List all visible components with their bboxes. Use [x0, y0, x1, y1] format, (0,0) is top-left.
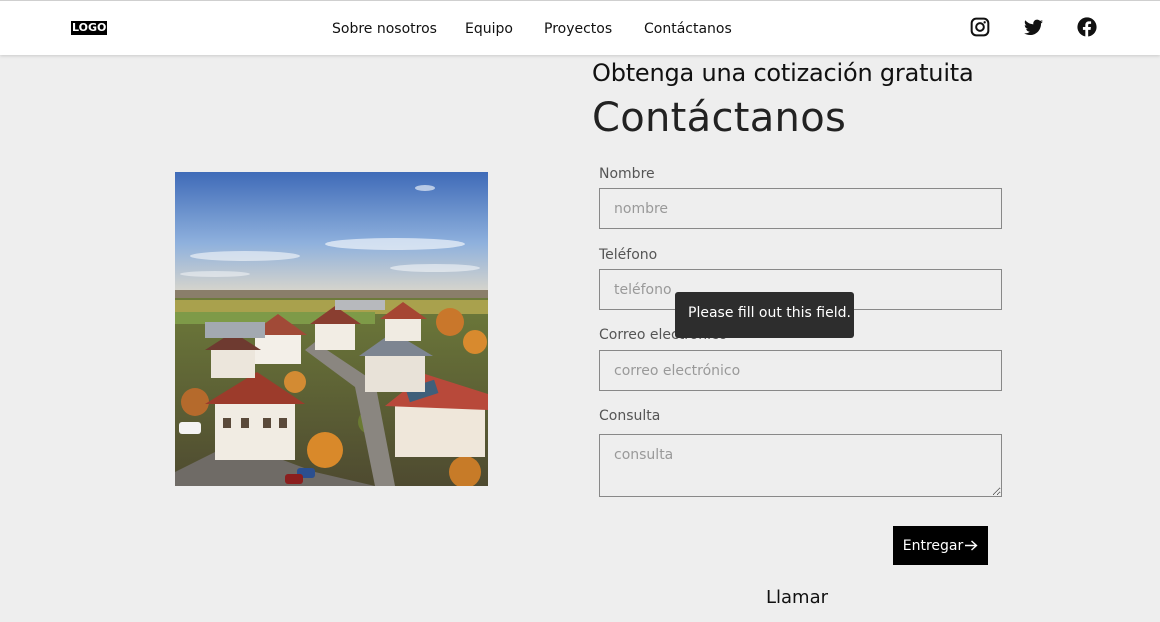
name-field[interactable] [599, 188, 1002, 229]
village-photo [175, 172, 488, 486]
page-title: Contáctanos [592, 95, 847, 141]
site-header: LOGO Sobre nosotros Equipo Proyectos Con… [0, 0, 1160, 55]
phone-label: Teléfono [599, 247, 658, 263]
nav-link-team[interactable]: Equipo [465, 20, 513, 38]
facebook-icon[interactable] [1077, 17, 1097, 37]
nav-link-about[interactable]: Sobre nosotros [332, 20, 437, 38]
name-label: Nombre [599, 166, 655, 182]
page-subtitle: Obtenga una cotización gratuita [592, 59, 974, 87]
instagram-icon[interactable] [970, 17, 990, 37]
query-label: Consulta [599, 408, 661, 424]
submit-label: Entregar [902, 537, 964, 554]
call-link[interactable]: Llamar [766, 587, 828, 608]
validation-tooltip: Please fill out this field. [675, 292, 854, 338]
submit-button[interactable]: Entregar [893, 526, 988, 565]
nav-link-projects[interactable]: Proyectos [544, 20, 612, 38]
email-field[interactable] [599, 350, 1002, 391]
arrow-right-icon [965, 540, 978, 551]
twitter-icon[interactable] [1024, 19, 1043, 36]
query-field[interactable] [599, 434, 1002, 497]
nav-link-contact[interactable]: Contáctanos [644, 20, 732, 38]
